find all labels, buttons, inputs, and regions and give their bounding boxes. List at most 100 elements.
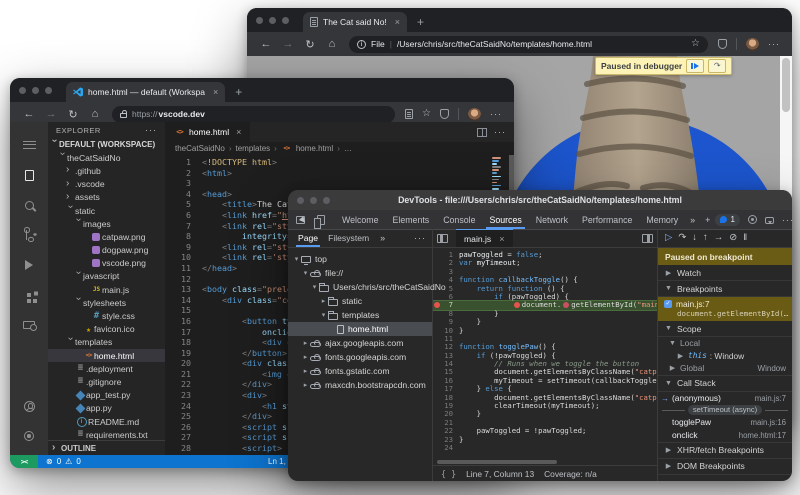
activity-menu-icon[interactable] [10, 130, 48, 160]
feedback-icon[interactable] [764, 216, 774, 224]
line-number[interactable]: 12 [165, 274, 202, 285]
window-controls[interactable] [10, 86, 52, 94]
debugger-step-over-button[interactable]: ↷ [708, 59, 727, 73]
call-stack-frame[interactable]: → (anonymous) main.js:7 [658, 392, 792, 405]
sidebar-menu-icon[interactable]: ··· [414, 233, 426, 243]
line-number[interactable]: 18 [165, 337, 202, 348]
watch-section-header[interactable]: ▶ Watch [658, 265, 792, 281]
deactivate-breakpoints-icon[interactable]: ⊘ [729, 233, 737, 243]
favorites-star-icon[interactable]: ☆ [691, 39, 700, 49]
pretty-print-icon[interactable]: { } [441, 469, 456, 479]
new-devtools-tab-icon[interactable]: + [700, 215, 715, 225]
new-tab-button[interactable]: + [417, 15, 424, 29]
tree-item-stylesheets[interactable]: › stylesheets [48, 296, 165, 309]
tree-item-ajax-googleapis-com[interactable]: ▸ ajax.googleapis.com [288, 336, 432, 350]
line-number[interactable]: 26 [165, 422, 202, 433]
secure-lock-icon[interactable] [120, 110, 127, 118]
inspect-element-icon[interactable] [296, 215, 305, 224]
page-scrollbar-thumb[interactable] [782, 58, 790, 112]
activity-extensions-icon[interactable] [10, 280, 48, 310]
devtools-titlebar[interactable]: DevTools - file:///Users/chris/src/theCa… [288, 190, 792, 210]
editor-more-actions-icon[interactable]: ··· [494, 127, 506, 137]
line-number[interactable]: 2 [165, 168, 202, 179]
reload-icon[interactable]: ↻ [299, 38, 321, 51]
split-editor-icon[interactable] [477, 127, 487, 137]
home-icon[interactable]: ⌂ [321, 38, 343, 50]
info-icon[interactable]: i [357, 39, 366, 49]
line-number[interactable]: 5 [433, 284, 459, 293]
tree-item-templates[interactable]: › templates [48, 336, 165, 349]
code-line[interactable]: 2 var myTimeout; [433, 258, 657, 267]
minimize-window-button[interactable] [32, 86, 39, 94]
line-number[interactable]: 24 [433, 443, 459, 452]
tree-item-requirements-txt[interactable]: ≡ requirements.txt [48, 428, 165, 440]
line-number[interactable]: 11 [165, 263, 202, 274]
step-into-icon[interactable]: ↓ [692, 233, 697, 243]
device-toolbar-icon[interactable] [314, 214, 325, 229]
line-number[interactable]: 3 [165, 178, 202, 189]
line-number[interactable]: 14 [165, 295, 202, 306]
devtools-tab-welcome[interactable]: Welcome [335, 211, 386, 229]
line-number[interactable]: 1 [165, 157, 202, 168]
editor-tab-home-html[interactable]: <> home.html × [165, 122, 251, 142]
reload-icon[interactable]: ↻ [62, 108, 84, 121]
more-sidebar-tabs-icon[interactable]: » [375, 233, 390, 243]
more-tabs-icon[interactable]: » [685, 215, 700, 225]
line-number[interactable]: 20 [165, 358, 202, 369]
activity-explorer-icon[interactable] [10, 160, 48, 190]
tree-item-fonts-googleapis-com[interactable]: ▸ fonts.googleapis.com [288, 350, 432, 364]
vscode-window-titlebar[interactable]: home.html — default (Workspa × + [10, 78, 514, 102]
window-controls[interactable] [247, 16, 289, 24]
line-number[interactable]: 27 [165, 432, 202, 443]
scope-global-row[interactable]: ▶ Global Window [658, 362, 792, 375]
tree-item-file-[interactable]: ▾ file:// [288, 266, 432, 280]
sidebar-tab-page[interactable]: Page [294, 230, 322, 247]
tree-item-maxcdn-bootstrapcdn-com[interactable]: ▸ maxcdn.bootstrapcdn.com [288, 378, 432, 392]
line-number[interactable]: 6 [433, 292, 459, 301]
line-number[interactable]: 1 [433, 250, 459, 259]
tab-close-icon[interactable]: × [395, 17, 400, 27]
sidebar-tab-filesystem[interactable]: Filesystem [324, 230, 373, 247]
callstack-section-header[interactable]: ▼ Call Stack [658, 374, 792, 392]
browser-essentials-icon[interactable] [440, 109, 449, 119]
favorites-star-icon[interactable]: ☆ [422, 109, 431, 119]
profile-avatar[interactable] [468, 107, 481, 121]
minimize-window-button[interactable] [269, 16, 276, 24]
tree-item-top[interactable]: ▾ top [288, 252, 432, 266]
line-number[interactable]: 9 [165, 242, 202, 253]
activity-remote-explorer-icon[interactable] [10, 310, 48, 340]
browser-menu-icon[interactable]: ··· [490, 109, 502, 119]
devtools-tab-elements[interactable]: Elements [386, 211, 437, 229]
breakpoint-checkbox[interactable]: ✓ [664, 300, 672, 308]
tree-item--vscode[interactable]: › .vscode [48, 178, 165, 191]
tab-close-icon[interactable]: × [213, 87, 218, 97]
line-number[interactable]: 8 [165, 231, 202, 242]
remote-indicator[interactable]: >< [10, 455, 38, 468]
profile-avatar[interactable] [746, 37, 759, 51]
tree-item-vscode-png[interactable]: vscode.png [48, 257, 165, 270]
back-icon[interactable]: ← [18, 108, 40, 120]
editor-horizontal-scrollbar[interactable] [433, 458, 657, 465]
tree-item-favicon-ico[interactable]: ★ favicon.ico [48, 323, 165, 336]
code-line[interactable]: 22 pawToggled = !pawToggled; [433, 426, 657, 435]
breakpoint-icon[interactable] [434, 302, 440, 309]
back-icon[interactable]: ← [255, 38, 277, 50]
code-line[interactable]: 3 [165, 178, 514, 189]
line-number[interactable]: 4 [433, 275, 459, 284]
code-line[interactable]: 20 } [433, 410, 657, 419]
activity-settings-icon[interactable] [10, 421, 48, 451]
breadcrumb-item[interactable]: templates [235, 144, 270, 153]
dom-breakpoints-section-header[interactable]: ▶ DOM Breakpoints [658, 459, 792, 475]
tree-item-home-html[interactable]: home.html [288, 322, 432, 336]
step-over-icon[interactable]: ↷ [678, 233, 686, 243]
tab-close-icon[interactable]: × [236, 127, 241, 137]
browser-essentials-icon[interactable] [718, 39, 727, 49]
activity-accounts-icon[interactable] [10, 391, 48, 421]
activity-search-icon[interactable] [10, 190, 48, 220]
xhr-breakpoints-section-header[interactable]: ▶ XHR/fetch Breakpoints [658, 441, 792, 459]
scope-this-row[interactable]: ▶ this : Window [658, 350, 792, 363]
zoom-window-button[interactable] [45, 86, 52, 94]
settings-gear-icon[interactable] [747, 215, 757, 224]
url-host[interactable]: vscode.dev [159, 109, 205, 119]
pause-on-exceptions-icon[interactable]: ‖ [743, 233, 747, 243]
